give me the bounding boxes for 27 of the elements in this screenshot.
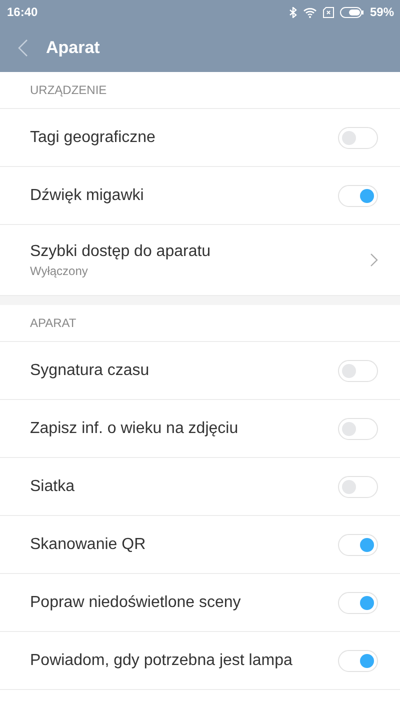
settings-row[interactable]: Dźwięk migawki xyxy=(0,167,400,225)
battery-level: 59% xyxy=(370,5,394,19)
settings-row[interactable]: Siatka xyxy=(0,458,400,516)
toggle-switch[interactable] xyxy=(338,592,378,614)
toggle-switch[interactable] xyxy=(338,360,378,382)
settings-row[interactable]: Sygnatura czasu xyxy=(0,342,400,400)
settings-row[interactable]: Popraw niedoświetlone sceny xyxy=(0,574,400,632)
settings-row[interactable]: Skanowanie QR xyxy=(0,516,400,574)
no-sim-icon xyxy=(322,6,334,18)
toggle-switch[interactable] xyxy=(338,534,378,556)
toggle-switch[interactable] xyxy=(338,418,378,440)
settings-row[interactable]: Tagi geograficzne xyxy=(0,109,400,167)
page-title: Aparat xyxy=(46,38,100,58)
back-icon[interactable] xyxy=(18,39,28,57)
section-header: APARAT xyxy=(0,305,400,342)
status-time: 16:40 xyxy=(7,5,38,19)
toggle-switch[interactable] xyxy=(338,184,378,206)
toggle-switch[interactable] xyxy=(338,126,378,148)
toggle-switch[interactable] xyxy=(338,476,378,498)
toggle-switch[interactable] xyxy=(338,650,378,672)
section-header: URZĄDZENIE xyxy=(0,72,400,109)
battery-icon xyxy=(340,6,364,18)
settings-row[interactable]: Zapisz inf. o wieku na zdjęciu xyxy=(0,400,400,458)
chevron-icon xyxy=(370,253,378,267)
wifi-icon xyxy=(302,6,317,18)
settings-row[interactable]: Powiadom, gdy potrzebna jest lampa xyxy=(0,632,400,690)
bluetooth-icon xyxy=(288,6,297,18)
